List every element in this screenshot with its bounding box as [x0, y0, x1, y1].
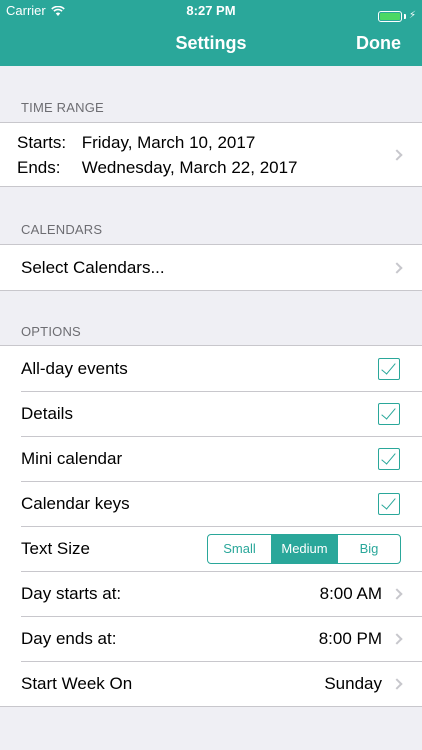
starts-label: Starts: — [17, 133, 67, 152]
text-size-small-button[interactable]: Small — [208, 535, 271, 563]
done-button[interactable]: Done — [356, 33, 401, 54]
option-row-details[interactable]: Details — [0, 391, 422, 436]
chevron-right-icon — [391, 148, 403, 161]
text-size-big-button[interactable]: Big — [337, 534, 400, 563]
option-label: Mini calendar — [21, 448, 123, 468]
start-week-value: Sunday — [324, 673, 382, 693]
ends-value: Wednesday, March 22, 2017 — [81, 158, 298, 177]
chevron-right-icon — [391, 587, 403, 600]
day-starts-row[interactable]: Day starts at: 8:00 AM — [0, 571, 422, 616]
checkbox-checked-icon[interactable] — [378, 492, 400, 515]
option-label: Details — [21, 403, 73, 423]
day-ends-value: 8:00 PM — [318, 628, 382, 648]
status-time: 8:27 PM — [186, 3, 236, 18]
battery-icon: ⚡ — [377, 5, 416, 27]
day-starts-label: Day starts at: — [21, 583, 122, 603]
option-label: All-day events — [21, 358, 128, 378]
day-starts-value: 8:00 AM — [319, 583, 382, 603]
status-bar: Carrier 8:27 PM ⚡ — [0, 0, 422, 22]
day-ends-row[interactable]: Day ends at: 8:00 PM — [0, 616, 422, 661]
option-row-all-day-events[interactable]: All-day events — [0, 346, 422, 391]
chevron-right-icon — [391, 261, 403, 274]
calendars-group: Select Calendars... — [0, 244, 422, 291]
day-ends-label: Day ends at: — [21, 628, 117, 648]
time-range-row[interactable]: Starts: Friday, March 10, 2017 Ends: Wed… — [0, 122, 422, 187]
ends-label: Ends: — [17, 158, 61, 177]
checkbox-checked-icon[interactable] — [378, 402, 400, 425]
text-size-label: Text Size — [21, 538, 90, 558]
option-row-calendar-keys[interactable]: Calendar keys — [0, 481, 422, 526]
text-size-medium-button[interactable]: Medium — [271, 534, 337, 563]
time-range-header: TIME RANGE — [21, 100, 104, 115]
option-label: Calendar keys — [21, 493, 130, 513]
text-size-row: Text Size Small Medium Big — [0, 526, 422, 571]
calendars-header: CALENDARS — [21, 222, 103, 237]
start-week-row[interactable]: Start Week On Sunday — [0, 661, 422, 706]
chevron-right-icon — [391, 632, 403, 645]
navigation-bar: Carrier 8:27 PM ⚡ Settings Done — [0, 0, 422, 66]
start-week-label: Start Week On — [21, 673, 133, 693]
text-size-segmented-control: Small Medium Big — [207, 533, 401, 564]
chevron-right-icon — [391, 677, 403, 690]
options-header: OPTIONS — [21, 324, 81, 339]
ends-line: Ends: Wednesday, March 22, 2017 — [17, 158, 298, 178]
charging-icon: ⚡ — [408, 10, 416, 21]
options-group: All-day events Details Mini calendar Cal… — [0, 345, 422, 707]
starts-value: Friday, March 10, 2017 — [81, 133, 256, 152]
select-calendars-label: Select Calendars... — [21, 257, 165, 277]
option-row-mini-calendar[interactable]: Mini calendar — [0, 436, 422, 481]
select-calendars-row[interactable]: Select Calendars... — [0, 245, 422, 290]
checkbox-checked-icon[interactable] — [378, 357, 400, 380]
checkbox-checked-icon[interactable] — [378, 447, 400, 470]
starts-line: Starts: Friday, March 10, 2017 — [17, 133, 255, 153]
